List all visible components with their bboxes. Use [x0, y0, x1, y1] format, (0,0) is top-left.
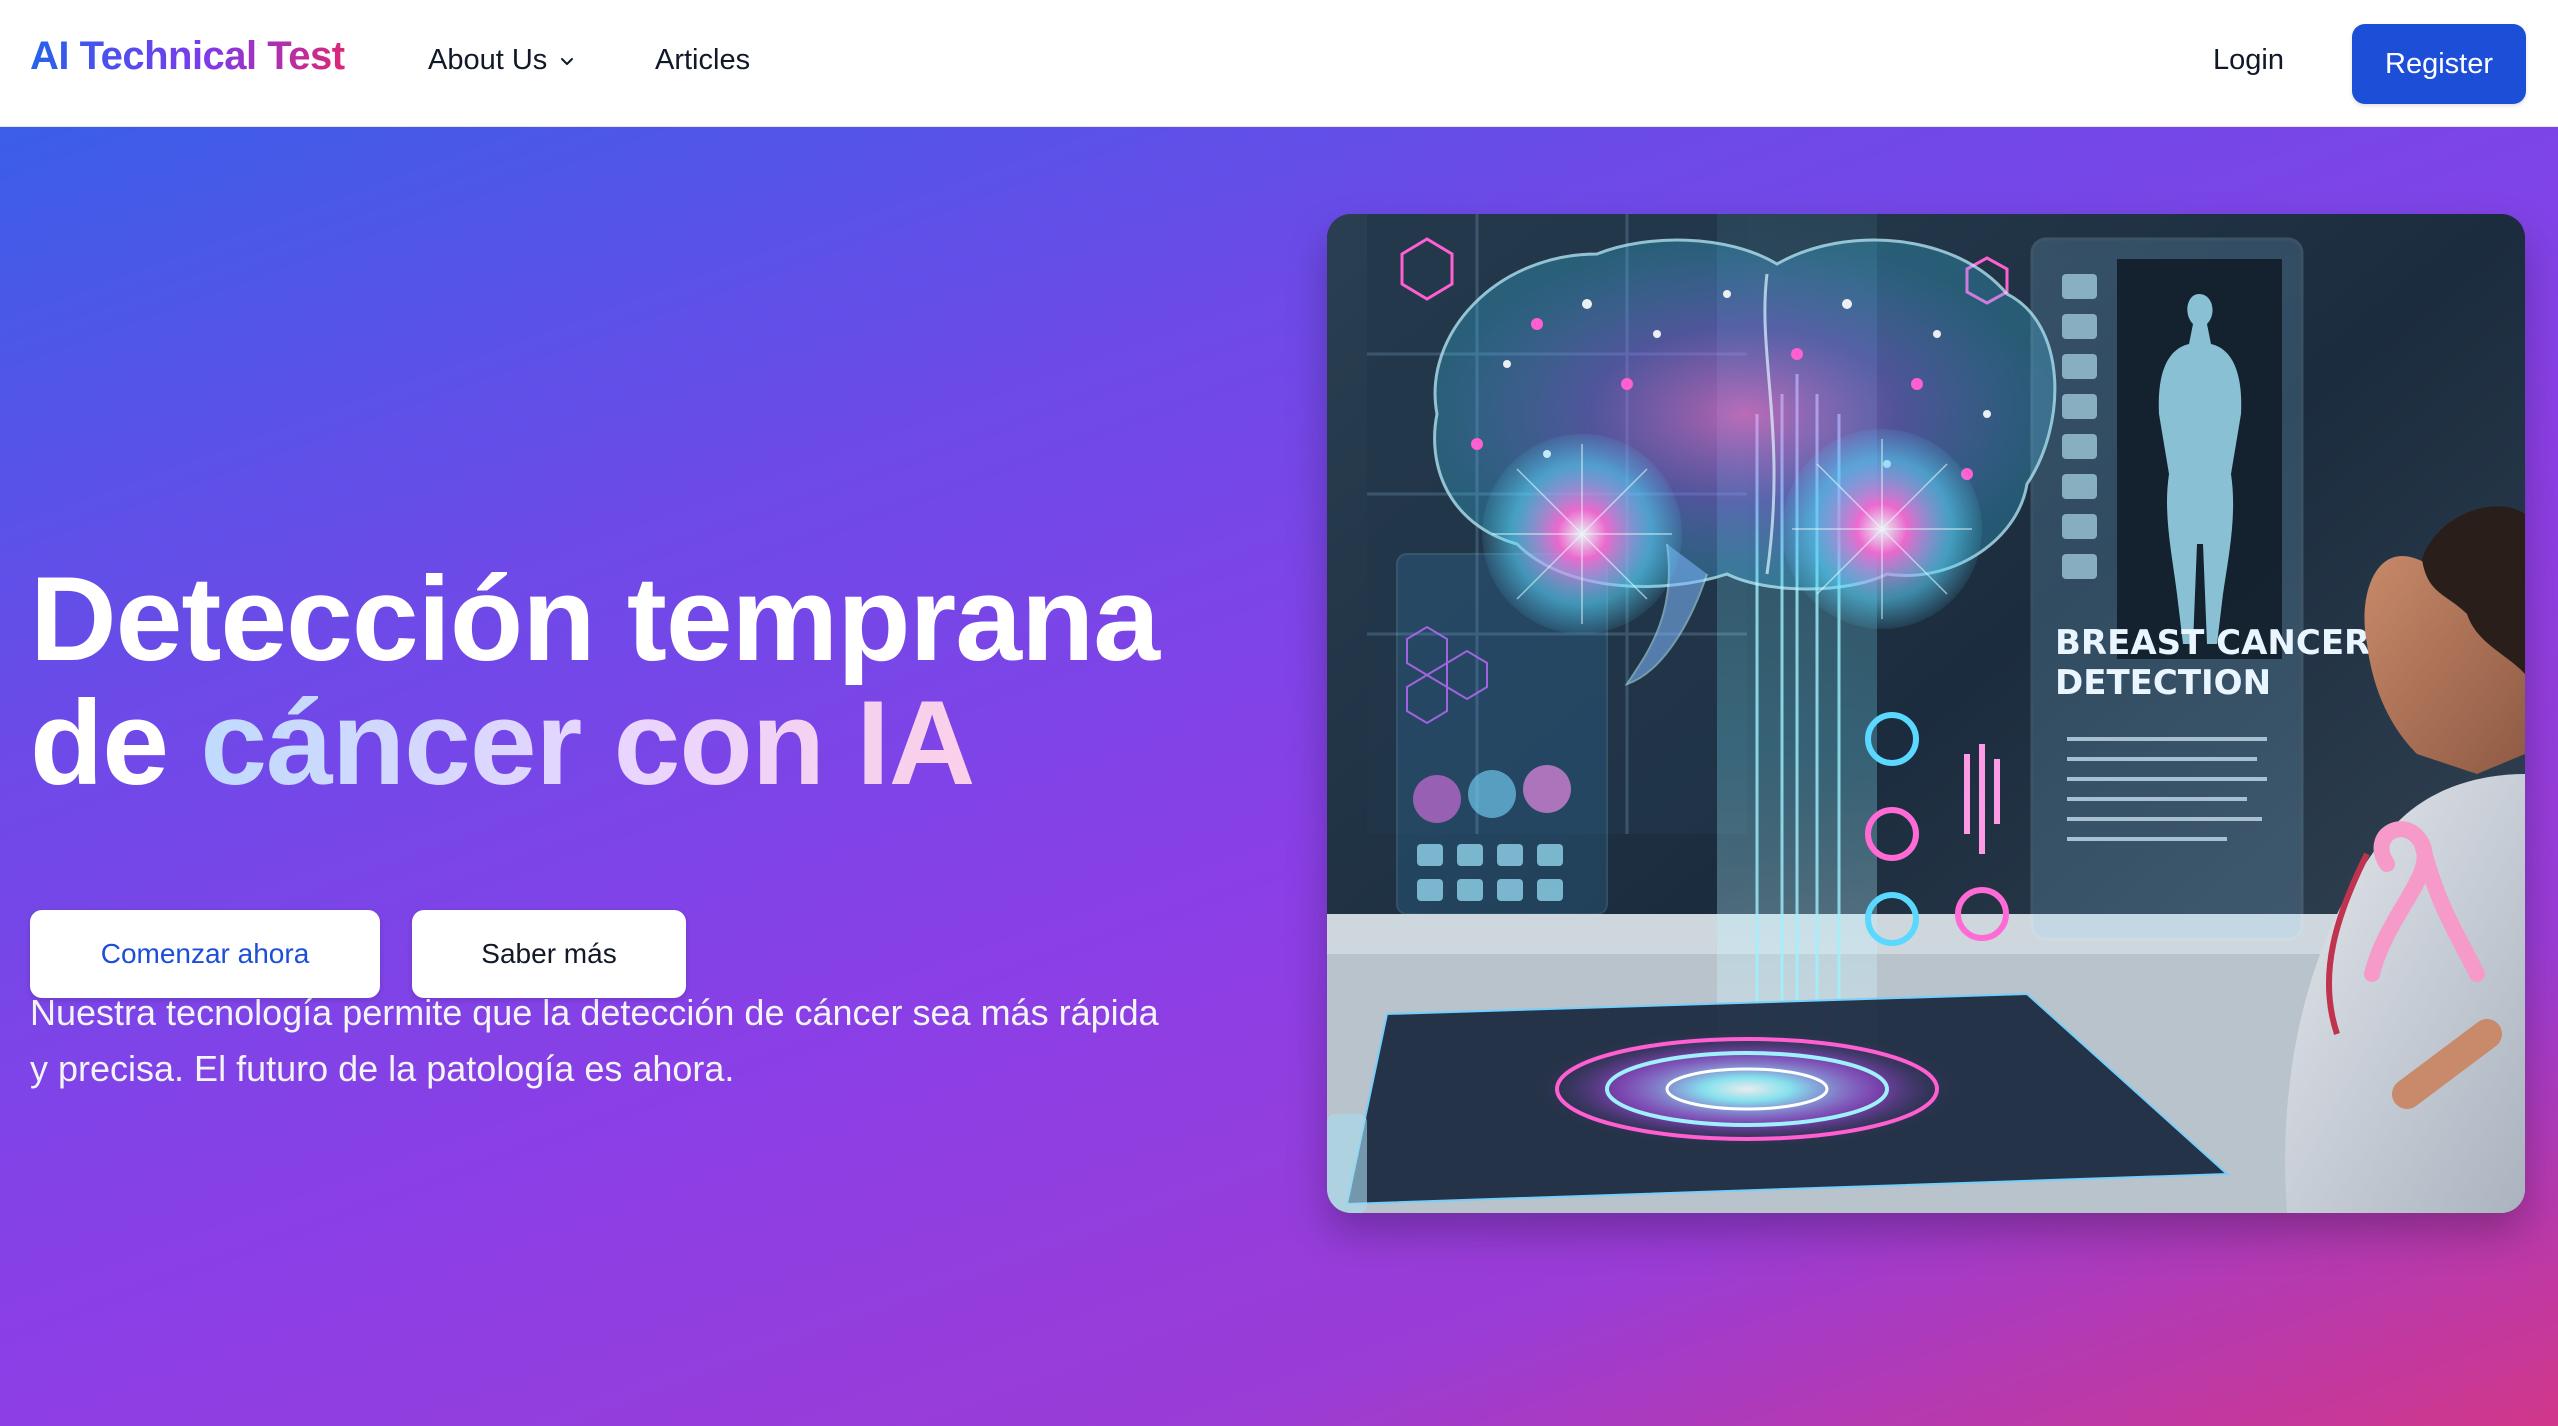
- hero-illustration: BREAST CANCER DETECTION: [1327, 214, 2525, 1213]
- top-navbar: AI Technical Test About Us Articles Logi…: [0, 0, 2558, 127]
- chevron-down-icon: [561, 57, 574, 65]
- hero-subtitle: Nuestra tecnología permite que la detecc…: [30, 992, 1159, 1089]
- hero-title-prefix: de: [30, 676, 201, 810]
- hero-title-line2: de cáncer con IA: [30, 681, 1159, 805]
- hero-title: Detección temprana de cáncer con IA: [30, 552, 1160, 805]
- start-now-button[interactable]: Comenzar ahora: [30, 910, 380, 998]
- nav-about-us-label: About Us: [428, 44, 548, 76]
- brand-logo[interactable]: AI Technical Test: [30, 34, 345, 79]
- nav-articles-link[interactable]: Articles: [655, 44, 750, 77]
- ai-brain-illustration: BREAST CANCER DETECTION: [1327, 214, 2525, 1213]
- hero-title-line1: Detección temprana: [30, 552, 1160, 686]
- learn-more-button[interactable]: Saber más: [412, 910, 686, 998]
- hero-title-accent: cáncer con IA: [200, 676, 975, 810]
- register-button[interactable]: Register: [2352, 24, 2526, 104]
- screen-text-line1: BREAST CANCER: [2055, 623, 2370, 663]
- login-link[interactable]: Login: [2213, 44, 2284, 77]
- nav-about-us-dropdown[interactable]: About Us: [428, 44, 575, 77]
- screen-text-line2: DETECTION: [2055, 663, 2271, 703]
